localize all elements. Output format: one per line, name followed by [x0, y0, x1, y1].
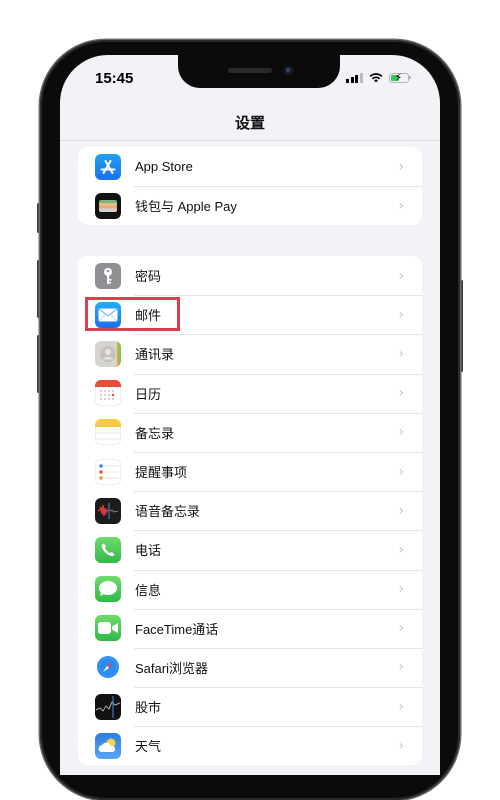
- settings-row-reminders[interactable]: 提醒事项 ›: [78, 451, 422, 491]
- chevron-right-icon: ›: [398, 267, 404, 284]
- nav-divider: [60, 140, 440, 141]
- settings-row-label: Safari浏览器: [135, 660, 208, 676]
- chevron-right-icon: ›: [398, 158, 404, 175]
- settings-row-contacts[interactable]: 通讯录 ›: [78, 334, 422, 373]
- charging-bolt-icon: ⚡: [394, 71, 403, 84]
- chevron-right-icon: ›: [398, 197, 404, 214]
- key-icon: [95, 262, 121, 289]
- chevron-right-icon: ›: [398, 620, 404, 637]
- settings-row-facetime[interactable]: FaceTime通话 ›: [78, 608, 422, 648]
- settings-row-label: 钱包与 Apple Pay: [135, 199, 237, 215]
- chevron-right-icon: ›: [398, 306, 404, 323]
- settings-row-weather[interactable]: 天气 ›: [78, 726, 422, 765]
- settings-row-passwords[interactable]: 密码 ›: [78, 256, 422, 295]
- highlight-box-mail: [85, 297, 180, 331]
- power-button: [460, 280, 463, 372]
- chevron-right-icon: ›: [398, 345, 404, 362]
- settings-row-notes[interactable]: 备忘录 ›: [78, 412, 422, 452]
- settings-row-label: 天气: [135, 739, 162, 755]
- settings-row-wallet[interactable]: 钱包与 Apple Pay ›: [78, 186, 422, 225]
- messages-icon: [95, 576, 121, 603]
- settings-row-label: 提醒事项: [135, 465, 188, 481]
- chevron-right-icon: ›: [398, 502, 404, 519]
- chevron-right-icon: ›: [398, 698, 404, 715]
- settings-row-label: 密码: [135, 269, 162, 285]
- settings-row-label: 股市: [135, 700, 162, 716]
- wifi-icon: [369, 73, 382, 83]
- settings-row-label: 备忘录: [135, 425, 175, 441]
- settings-row-stocks[interactable]: 股市 ›: [78, 687, 422, 726]
- settings-row-label: 通讯录: [135, 347, 175, 363]
- facetime-icon: [95, 615, 121, 642]
- status-time: 15:45: [95, 70, 134, 87]
- settings-row-label: 信息: [135, 582, 162, 598]
- settings-group-store: App Store › 钱包与 Apple Pay ›: [78, 147, 422, 226]
- cellular-signal-icon: [346, 72, 363, 83]
- speaker: [228, 68, 272, 73]
- settings-row-voice-memos[interactable]: 语音备忘录 ›: [78, 491, 422, 530]
- app-store-icon: [95, 153, 121, 180]
- settings-row-label: 语音备忘录: [135, 504, 201, 520]
- calendar-icon: [95, 380, 121, 407]
- chevron-right-icon: ›: [398, 385, 404, 402]
- contacts-icon: [95, 340, 121, 367]
- front-camera: [283, 65, 294, 76]
- status-icons: ⚡: [346, 71, 411, 84]
- reminders-icon: [95, 458, 121, 485]
- settings-row-messages[interactable]: 信息 ›: [78, 569, 422, 609]
- chevron-right-icon: ›: [398, 659, 404, 676]
- settings-row-label: 日历: [135, 386, 162, 402]
- voice-memos-icon: [95, 497, 121, 524]
- chevron-right-icon: ›: [398, 581, 404, 598]
- settings-row-safari[interactable]: Safari浏览器 ›: [78, 647, 422, 687]
- settings-row-label: FaceTime通话: [135, 621, 219, 637]
- chevron-right-icon: ›: [398, 737, 404, 754]
- chevron-right-icon: ›: [398, 541, 404, 558]
- chevron-right-icon: ›: [398, 424, 404, 441]
- settings-row-label: 电话: [135, 543, 162, 559]
- battery-icon: ⚡: [388, 71, 411, 84]
- wallet-icon: [95, 192, 121, 219]
- notes-icon: [95, 419, 121, 446]
- settings-row-app-store[interactable]: App Store ›: [78, 147, 422, 186]
- settings-row-phone[interactable]: 电话 ›: [78, 530, 422, 569]
- chevron-right-icon: ›: [398, 463, 404, 480]
- settings-row-label: App Store: [135, 159, 193, 175]
- safari-icon: [95, 654, 121, 681]
- page-title: 设置: [234, 115, 265, 132]
- stocks-icon: [95, 693, 121, 720]
- phone-icon: [95, 536, 121, 563]
- settings-row-calendar[interactable]: 日历 ›: [78, 373, 422, 413]
- settings-group-apps: 密码 › 邮件 › 通讯录 › 日历 › 备忘录 › 提醒事项 › 语音备忘录 …: [78, 256, 422, 766]
